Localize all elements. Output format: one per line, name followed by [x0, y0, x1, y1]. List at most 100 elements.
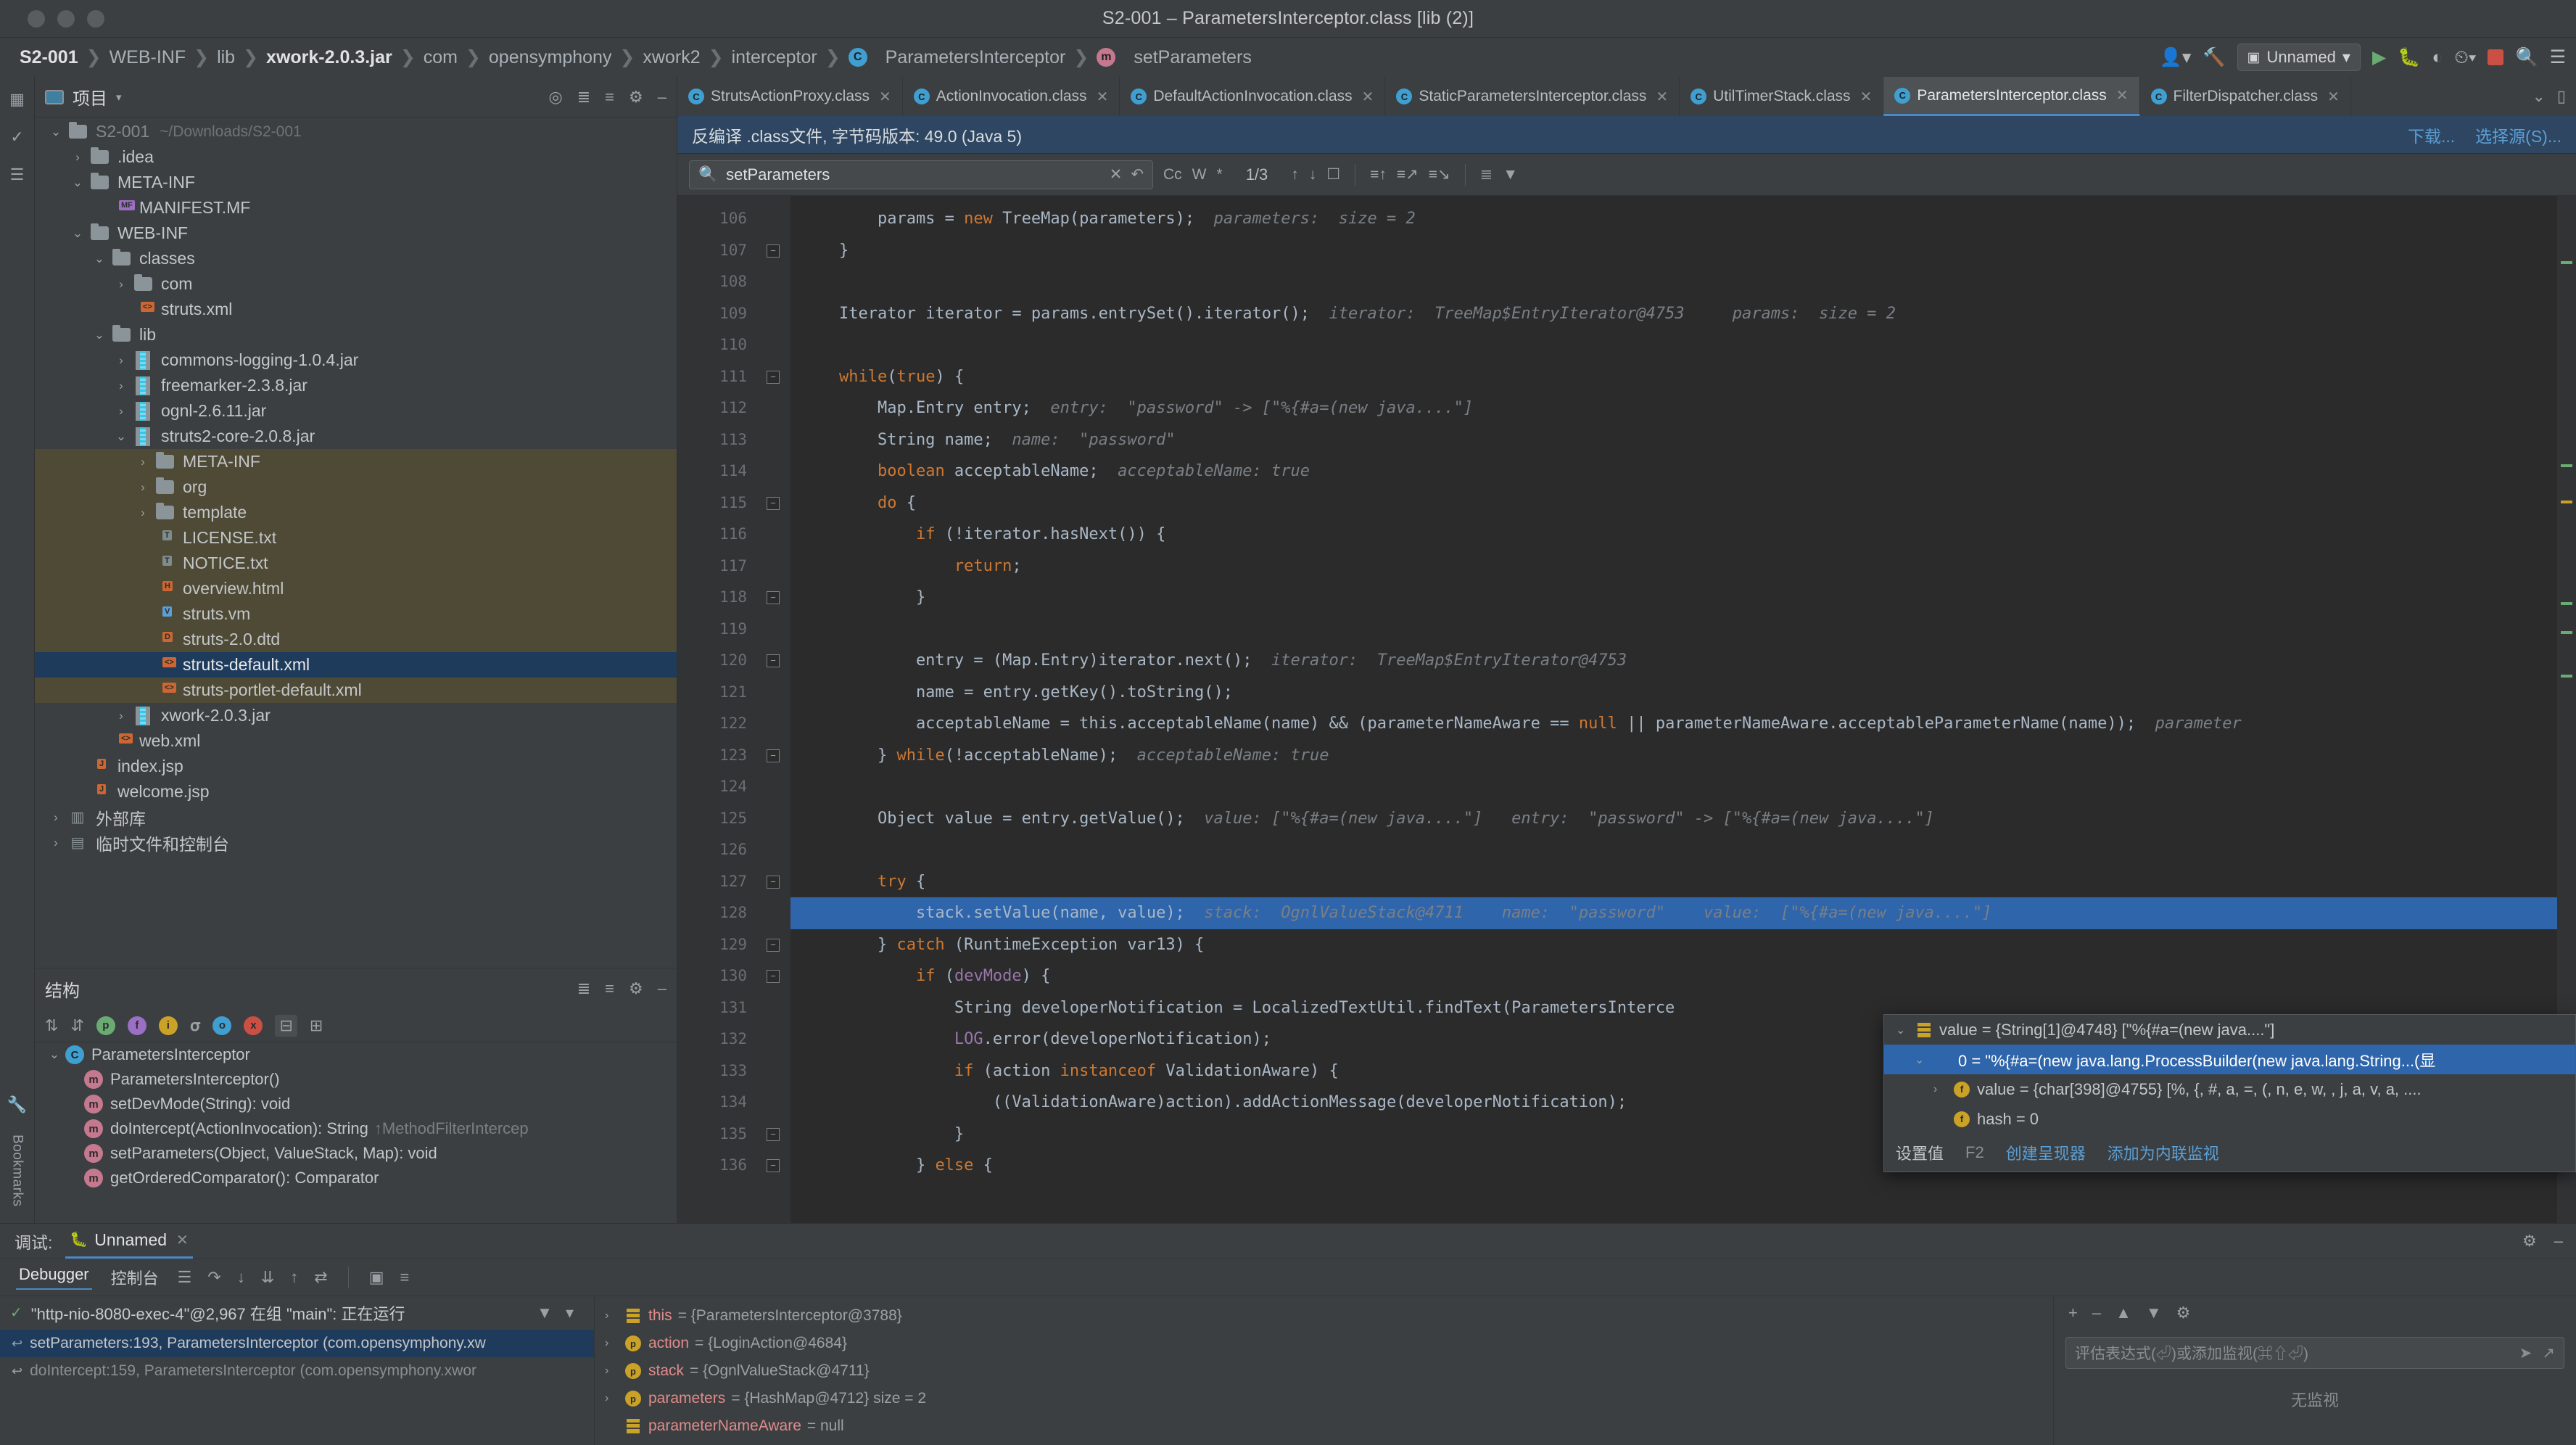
- funnel-icon[interactable]: ▼: [1503, 166, 1518, 184]
- code-line[interactable]: [790, 329, 2557, 361]
- variable-row[interactable]: parameterNameAware = null: [595, 1412, 2053, 1440]
- chevron-right-icon[interactable]: ›: [110, 709, 132, 723]
- fold-marker-slot[interactable]: [757, 834, 790, 866]
- collapse-structure-icon[interactable]: ⊞: [310, 1016, 323, 1035]
- filter-icon[interactable]: ≣: [1480, 165, 1493, 184]
- chevron-right-icon[interactable]: ›: [110, 379, 132, 393]
- variable-row[interactable]: › p parameters = {HashMap@4712} size = 2: [595, 1385, 2053, 1412]
- move-up-icon[interactable]: ▲: [2115, 1304, 2131, 1322]
- line-number[interactable]: 135: [677, 1119, 757, 1150]
- fields-filter-icon[interactable]: f: [127, 1016, 146, 1035]
- line-number[interactable]: 124: [677, 771, 757, 803]
- line-number[interactable]: 131: [677, 992, 757, 1024]
- tree-item[interactable]: Jwelcome.jsp: [35, 779, 677, 804]
- popup-value-row[interactable]: › f value = {char[398]@4755} [%, {, #, a, …: [1884, 1074, 2575, 1104]
- close-icon[interactable]: ✕: [2327, 88, 2340, 106]
- split-editor-icon[interactable]: ▯: [2557, 87, 2566, 106]
- structure-tree[interactable]: ⌄ C ParametersInterceptor m ParametersInterc…: [35, 1042, 677, 1190]
- fold-marker-slot[interactable]: −: [757, 866, 790, 898]
- fold-marker-slot[interactable]: [757, 266, 790, 298]
- breadcrumb-item-5[interactable]: opensymphony: [482, 47, 619, 68]
- debug-icon[interactable]: 🐛: [2398, 48, 2420, 67]
- tree-item[interactable]: › ognl-2.6.11.jar: [35, 398, 677, 424]
- line-number[interactable]: 108: [677, 266, 757, 298]
- fold-marker-slot[interactable]: −: [757, 740, 790, 772]
- public-filter-icon[interactable]: p: [96, 1016, 115, 1035]
- step-out-icon[interactable]: ↑: [290, 1268, 298, 1287]
- code-line[interactable]: [790, 614, 2557, 646]
- close-icon[interactable]: ✕: [1362, 88, 1374, 106]
- tree-item[interactable]: › freemarker-2.3.8.jar: [35, 373, 677, 398]
- structure-item[interactable]: m setDevMode(String): void: [35, 1092, 677, 1116]
- tree-item[interactable]: <> web.xml: [35, 728, 677, 754]
- tree-item[interactable]: Vstruts.vm: [35, 601, 677, 627]
- popup-value-row[interactable]: ⌄ value = {String[1]@4748} ["%{#a=(new ja…: [1884, 1015, 2575, 1045]
- chevron-right-icon[interactable]: ›: [605, 1392, 624, 1405]
- step-over-icon[interactable]: ↷: [207, 1268, 220, 1287]
- chevron-down-icon[interactable]: ⌄: [88, 328, 110, 342]
- create-renderer-action[interactable]: 创建呈现器: [2006, 1141, 2086, 1164]
- in-comments-icon[interactable]: ≡↑: [1370, 166, 1387, 184]
- close-icon[interactable]: ✕: [2116, 86, 2129, 104]
- editor-tab-bar[interactable]: C StrutsActionProxy.class ✕ C ActionInvocati…: [677, 77, 2576, 116]
- tree-item[interactable]: › com: [35, 271, 677, 297]
- fold-marker-icon[interactable]: −: [767, 244, 780, 258]
- hide-panel-icon[interactable]: –: [658, 88, 666, 107]
- breadcrumb-item-3[interactable]: xwork-2.0.3.jar: [260, 47, 399, 68]
- fold-marker-icon[interactable]: −: [767, 591, 780, 604]
- line-number[interactable]: 122: [677, 708, 757, 740]
- gear-icon[interactable]: ⚙: [629, 979, 643, 998]
- fold-marker-slot[interactable]: −: [757, 960, 790, 992]
- breadcrumb-item-8[interactable]: ParametersInterceptor: [879, 47, 1073, 68]
- next-match-icon[interactable]: ↓: [1309, 166, 1317, 184]
- breadcrumb-item-7[interactable]: interceptor: [725, 47, 824, 68]
- popup-value-row[interactable]: f hash = 0: [1884, 1104, 2575, 1134]
- fold-marker-slot[interactable]: [757, 771, 790, 803]
- code-line[interactable]: [790, 771, 2557, 803]
- whole-words-option[interactable]: W: [1192, 166, 1207, 184]
- line-number[interactable]: 123: [677, 740, 757, 772]
- tree-item[interactable]: › ▥ 外部库: [35, 804, 677, 830]
- properties-filter-icon[interactable]: o: [212, 1016, 232, 1035]
- stack-frame-row[interactable]: ↩ setParameters:193, ParametersIntercepto…: [0, 1330, 594, 1357]
- code-line[interactable]: boolean acceptableName; acceptableName: …: [790, 456, 2557, 487]
- structure-item[interactable]: ⌄ C ParametersInterceptor: [35, 1042, 677, 1067]
- editor-tab[interactable]: C ParametersInterceptor.class ✕: [1883, 77, 2140, 116]
- line-number[interactable]: 114: [677, 456, 757, 487]
- fold-marker-slot[interactable]: [757, 392, 790, 424]
- fold-marker-slot[interactable]: [757, 897, 790, 929]
- regex-option[interactable]: *: [1217, 166, 1223, 184]
- breadcrumb-item-6[interactable]: xwork2: [636, 47, 706, 68]
- step-into-icon[interactable]: ↓: [237, 1268, 245, 1287]
- add-inline-watch-action[interactable]: 添加为内联监视: [2108, 1141, 2219, 1164]
- fold-marker-slot[interactable]: [757, 677, 790, 709]
- find-input-wrapper[interactable]: 🔍 ✕ ↶: [689, 160, 1153, 189]
- structure-item[interactable]: m doIntercept(ActionInvocation): String ↑M…: [35, 1116, 677, 1141]
- variable-row[interactable]: › p action = {LoginAction@4684}: [595, 1330, 2053, 1357]
- line-number[interactable]: 129: [677, 929, 757, 961]
- code-line[interactable]: [790, 266, 2557, 298]
- fold-marker-slot[interactable]: [757, 803, 790, 835]
- structure-item[interactable]: m setParameters(Object, ValueStack, Map):…: [35, 1141, 677, 1166]
- chevron-right-icon[interactable]: ›: [605, 1337, 624, 1350]
- fold-marker-slot[interactable]: −: [757, 235, 790, 267]
- breadcrumb-item-9[interactable]: setParameters: [1127, 47, 1258, 68]
- fold-marker-icon[interactable]: −: [767, 654, 780, 667]
- chevron-right-icon[interactable]: ›: [132, 480, 154, 495]
- popup-value-row[interactable]: ⌄ 0 = "%{#a=(new java.lang.ProcessBuilder…: [1884, 1045, 2575, 1074]
- editor-tab[interactable]: C StrutsActionProxy.class ✕: [677, 77, 903, 116]
- code-line[interactable]: } catch (RuntimeException var13) {: [790, 929, 2557, 961]
- code-line[interactable]: entry = (Map.Entry)iterator.next(); iter…: [790, 645, 2557, 677]
- line-number[interactable]: 119: [677, 614, 757, 646]
- in-strings-icon[interactable]: ≡↗: [1397, 165, 1419, 184]
- line-number[interactable]: 121: [677, 677, 757, 709]
- line-number[interactable]: 125: [677, 803, 757, 835]
- coverage-icon[interactable]: ◐: [2432, 48, 2443, 67]
- line-number[interactable]: 130: [677, 960, 757, 992]
- user-icon[interactable]: 👤▾: [2160, 48, 2192, 67]
- code-line[interactable]: if (devMode) {: [790, 960, 2557, 992]
- fold-marker-icon[interactable]: −: [767, 749, 780, 762]
- expand-structure-icon[interactable]: ⊟: [275, 1014, 297, 1037]
- frames-list[interactable]: ↩ setParameters:193, ParametersIntercepto…: [0, 1330, 594, 1385]
- breadcrumb-item-2[interactable]: lib: [210, 47, 242, 68]
